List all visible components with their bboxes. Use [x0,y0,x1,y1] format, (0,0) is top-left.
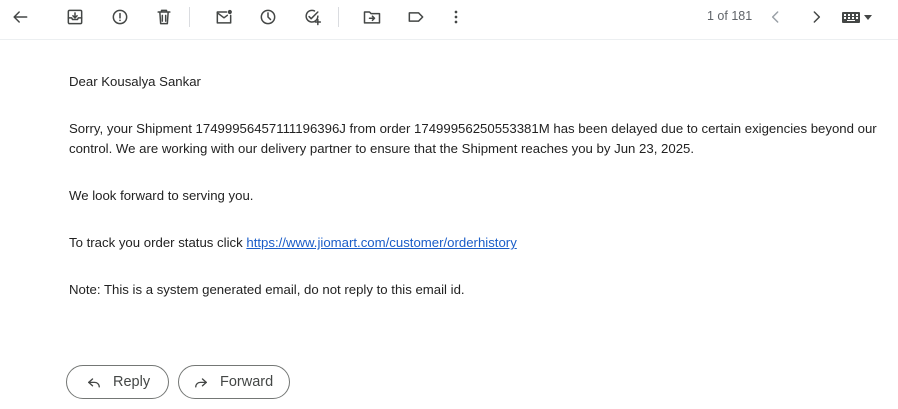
chevron-down-icon [864,14,872,20]
add-to-tasks-button[interactable] [296,1,328,33]
mark-unread-icon [216,9,232,24]
chevron-right-icon [813,11,821,23]
system-note: Note: This is a system generated email, … [69,282,465,297]
move-to-icon [363,11,381,24]
back-button[interactable] [4,1,36,33]
more-options-button[interactable] [440,1,472,33]
delete-icon [157,9,171,25]
label-button[interactable] [400,1,432,33]
chevron-left-icon [771,11,779,23]
email-paragraph-line: control. We are working with our deliver… [69,141,695,156]
archive-button[interactable] [59,1,91,33]
email-toolbar: 1 of 181 [0,0,898,40]
label-icon [408,12,424,22]
move-to-button[interactable] [356,1,388,33]
pagination-count: 1 of 181 [707,9,753,23]
keyboard-icon [842,11,860,23]
reply-button[interactable]: Reply [66,365,169,399]
forward-label: Forward [220,374,274,390]
order-history-link[interactable]: https://www.jiomart.com/customer/orderhi… [246,235,516,250]
forward-button[interactable]: Forward [178,365,290,399]
email-paragraph: We look forward to serving you. [69,188,254,203]
track-order-text: To track you order status click [69,235,247,250]
track-order-line: To track you order status click https://… [69,233,517,253]
email-greeting: Dear Kousalya Sankar [69,74,201,89]
archive-icon [67,9,83,25]
toolbar-divider [189,7,190,27]
older-button[interactable] [800,1,832,33]
snooze-icon [260,9,276,25]
report-spam-button[interactable] [104,1,136,33]
delete-button[interactable] [148,1,180,33]
email-paragraph-line: Sorry, your Shipment 1749995645711119639… [69,121,877,136]
newer-button[interactable] [760,1,792,33]
snooze-button[interactable] [252,1,284,33]
more-vert-icon [454,10,458,24]
reply-icon [88,378,100,388]
back-arrow-icon [13,11,28,23]
toolbar-divider [338,7,339,27]
add-to-tasks-icon [305,9,322,26]
reply-label: Reply [113,374,151,390]
forward-icon [195,378,207,388]
mark-unread-button[interactable] [208,1,240,33]
report-spam-icon [112,9,128,25]
input-tools-toggle[interactable] [842,8,878,26]
